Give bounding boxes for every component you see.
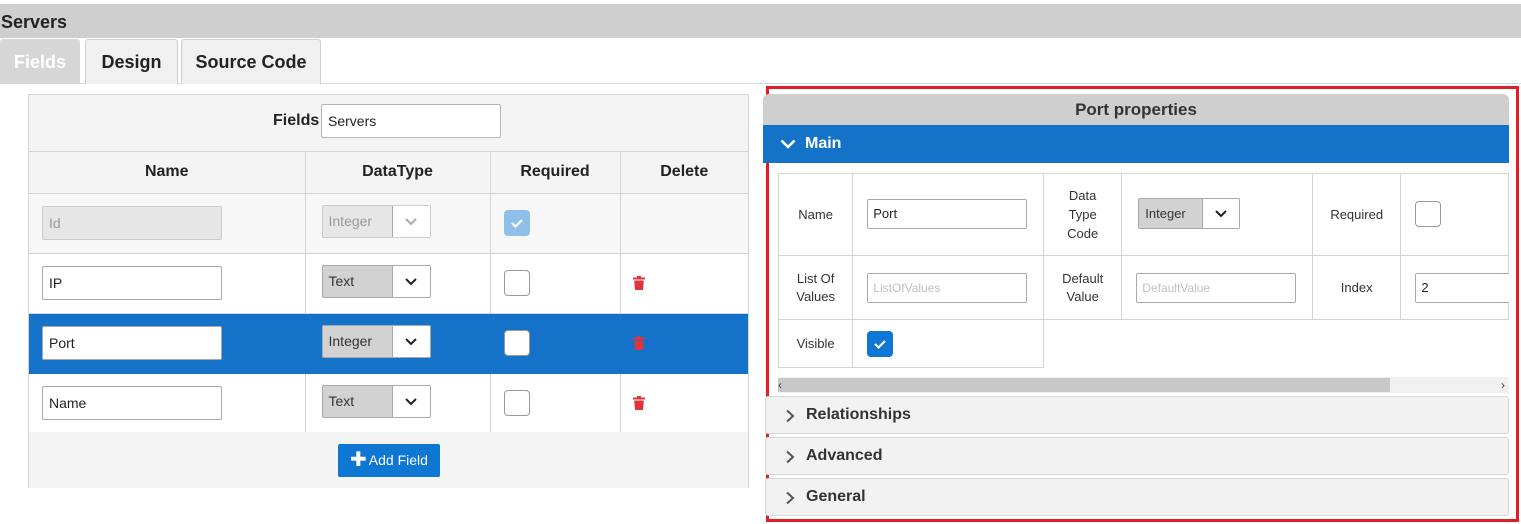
chevron-right-icon: [786, 409, 795, 423]
fields-table: Name DataType Required Delete Id Integer…: [29, 152, 748, 434]
section-advanced-header[interactable]: Advanced: [765, 437, 1509, 475]
properties-grid: Name Port Data Type Code Integer Required …: [778, 173, 1509, 368]
fields-header: Fields: [29, 95, 748, 152]
prop-name-input[interactable]: Port: [867, 199, 1028, 229]
label-line: Code: [1067, 226, 1099, 241]
column-header-name: Name: [29, 152, 306, 194]
prop-cell-required: [1400, 173, 1509, 256]
table-row[interactable]: Port Integer: [29, 313, 748, 374]
section-relationships-header[interactable]: Relationships: [765, 396, 1509, 434]
tab-source-code[interactable]: Source Code: [181, 39, 321, 84]
field-name-input: Id: [42, 205, 222, 240]
section-main-header[interactable]: Main: [763, 125, 1509, 163]
properties-title: Port properties: [763, 94, 1509, 125]
trash-icon[interactable]: [632, 395, 645, 415]
prop-index-input[interactable]: 2: [1415, 273, 1509, 303]
table-row[interactable]: Name Text: [29, 373, 748, 434]
datatype-select[interactable]: Text: [321, 264, 431, 298]
section-general-header[interactable]: General: [765, 478, 1509, 516]
datatype-value: Text: [328, 272, 355, 289]
chevron-down-icon: [780, 139, 796, 149]
datatype-select[interactable]: Integer: [321, 324, 431, 358]
section-advanced-label: Advanced: [806, 447, 883, 464]
table-row[interactable]: IP Text: [29, 253, 748, 314]
prop-cell-default: DefaultValue: [1121, 255, 1314, 320]
entity-name-input[interactable]: [321, 104, 501, 138]
chevron-down-icon[interactable]: [391, 265, 430, 297]
prop-visible-checkbox[interactable]: [867, 331, 894, 357]
prop-label-name: Name: [778, 173, 854, 256]
prop-label-datatype: Data Type Code: [1043, 173, 1123, 256]
prop-cell-lov: ListOfValues: [852, 255, 1045, 320]
chevron-right-icon: [786, 450, 795, 464]
label-line: Data: [1068, 188, 1097, 203]
plus-icon: ✚: [350, 449, 367, 471]
datatype-select[interactable]: Text: [321, 384, 431, 418]
prop-label-index: Index: [1312, 255, 1402, 320]
column-header-required: Required: [490, 152, 621, 194]
prop-cell-name: Port: [852, 173, 1045, 256]
trash-icon[interactable]: [632, 275, 645, 295]
label-line: Type: [1068, 207, 1097, 222]
field-name-input[interactable]: IP: [42, 265, 222, 300]
field-name-input[interactable]: Port: [42, 325, 222, 360]
required-checkbox[interactable]: [503, 269, 530, 296]
prop-cell-datatype: Integer: [1121, 173, 1314, 256]
add-field-row: ✚ Add Field: [29, 432, 748, 488]
chevron-down-icon[interactable]: [391, 325, 430, 357]
prop-required-checkbox[interactable]: [1415, 201, 1442, 227]
label-line: List Of: [796, 270, 835, 286]
add-field-button[interactable]: ✚ Add Field: [338, 444, 440, 477]
datatype-value: Integer: [328, 332, 373, 349]
datatype-value: Text: [328, 392, 355, 409]
window-title: Servers: [0, 4, 1521, 38]
horizontal-scrollbar[interactable]: ‹ ›: [778, 377, 1509, 393]
fields-label: Fields: [273, 112, 320, 129]
scroll-right-icon[interactable]: ›: [1501, 378, 1505, 392]
table-row[interactable]: Id Integer: [29, 193, 748, 254]
prop-label-visible: Visible: [778, 319, 854, 368]
label-line: Value: [1066, 288, 1099, 304]
section-general-label: General: [806, 488, 866, 505]
label-line: Default: [1062, 270, 1104, 286]
empty-cell: [1043, 319, 1509, 368]
prop-datatype-select[interactable]: Integer: [1138, 198, 1241, 229]
field-name-input[interactable]: Name: [42, 385, 222, 420]
tab-fields[interactable]: Fields: [0, 39, 80, 84]
datatype-select: Integer: [321, 204, 431, 238]
required-checkbox: [503, 209, 530, 236]
chevron-down-icon[interactable]: [391, 385, 430, 417]
prop-label-default: Default Value: [1043, 255, 1123, 320]
prop-label-required: Required: [1312, 173, 1402, 256]
column-header-delete: Delete: [620, 152, 748, 194]
section-main-label: Main: [805, 135, 842, 152]
section-relationships-label: Relationships: [806, 406, 911, 423]
prop-cell-index: 2: [1400, 255, 1509, 320]
prop-cell-visible: [852, 319, 1045, 368]
fields-panel: Fields Name DataType Required Delete Id …: [28, 94, 749, 488]
chevron-right-icon: [786, 491, 795, 505]
chevron-down-icon[interactable]: [1202, 199, 1240, 228]
chevron-down-icon: [391, 205, 430, 237]
add-field-label: Add Field: [368, 452, 428, 468]
prop-label-lov: List Of Values: [778, 255, 854, 320]
scrollbar-thumb[interactable]: [778, 378, 1390, 392]
label-line: Values: [796, 288, 836, 304]
datatype-value: Integer: [1145, 206, 1186, 221]
prop-lov-input[interactable]: ListOfValues: [867, 273, 1028, 303]
datatype-value: Integer: [328, 212, 373, 229]
required-checkbox[interactable]: [503, 389, 530, 416]
prop-default-input[interactable]: DefaultValue: [1136, 273, 1297, 303]
trash-icon[interactable]: [632, 335, 645, 355]
tab-design[interactable]: Design: [85, 39, 178, 84]
required-checkbox[interactable]: [503, 329, 530, 356]
tab-bar: Fields Design Source Code: [0, 38, 1521, 84]
scroll-left-icon[interactable]: ‹: [778, 378, 782, 392]
main-section-body: Name Port Data Type Code Integer Required …: [778, 173, 1509, 395]
column-header-datatype: DataType: [305, 152, 491, 194]
